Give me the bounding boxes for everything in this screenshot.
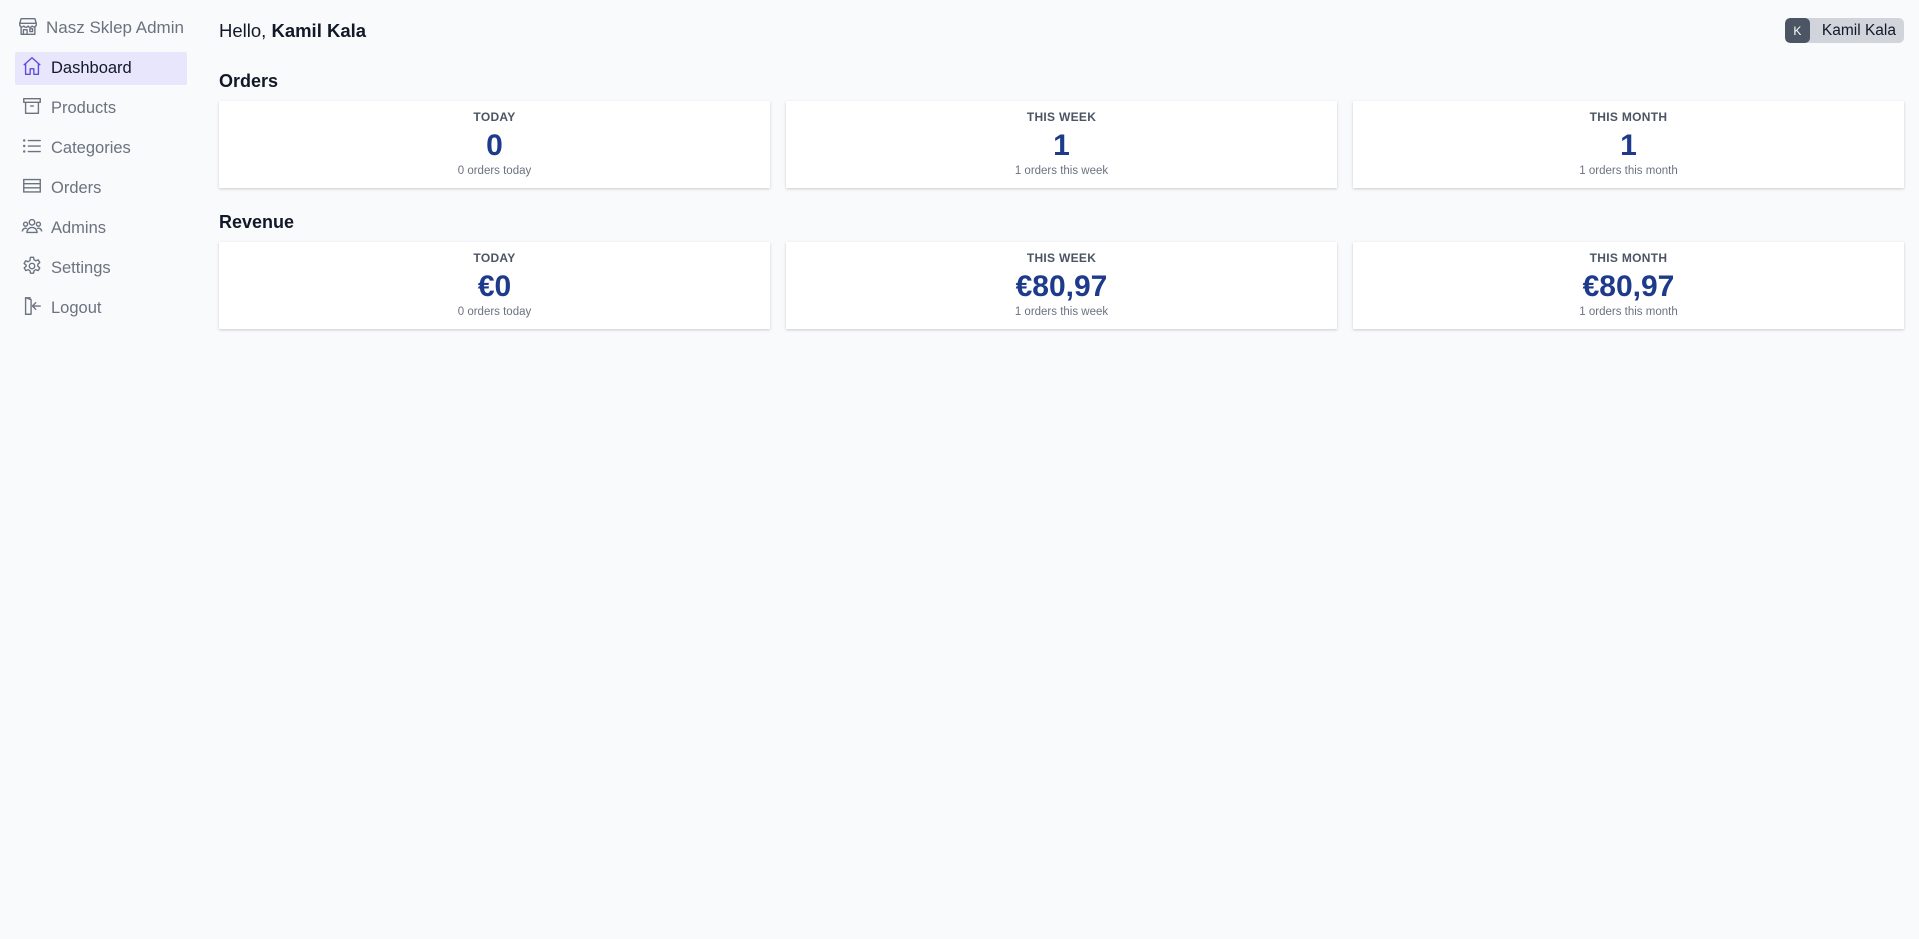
revenue-today-card: TODAY €0 0 orders today — [219, 242, 770, 329]
topbar: Hello, Kamil Kala K Kamil Kala — [219, 18, 1904, 43]
revenue-week-card: THIS WEEK €80,97 1 orders this week — [786, 242, 1337, 329]
sidebar-nav: Dashboard Products Categories Orders Adm… — [15, 52, 187, 325]
sidebar-item-dashboard[interactable]: Dashboard — [15, 52, 187, 85]
store-icon — [17, 15, 39, 42]
card-subtitle: 1 orders this month — [1579, 165, 1678, 177]
brand[interactable]: Nasz Sklep Admin — [15, 14, 196, 42]
card-label: TODAY — [473, 110, 516, 124]
archive-icon — [21, 95, 43, 122]
greeting-user-name: Kamil Kala — [271, 19, 367, 41]
logout-icon — [21, 295, 43, 322]
sidebar-item-label: Orders — [51, 179, 102, 197]
user-chip-name: Kamil Kala — [1821, 21, 1896, 39]
card-subtitle: 0 orders today — [457, 165, 532, 177]
card-subtitle: 1 orders this week — [1014, 165, 1109, 177]
greeting: Hello, Kamil Kala — [219, 20, 366, 42]
orders-stats: TODAY 0 0 orders today THIS WEEK 1 1 ord… — [219, 101, 1904, 188]
card-value: 1 — [1620, 129, 1637, 162]
sidebar-item-label: Dashboard — [51, 59, 132, 77]
card-value: €80,97 — [1582, 270, 1675, 303]
card-subtitle: 1 orders this week — [1014, 306, 1109, 318]
sidebar: Nasz Sklep Admin Dashboard Products Cate… — [0, 0, 196, 939]
greeting-prefix: Hello, — [219, 19, 267, 41]
revenue-section-title: Revenue — [219, 212, 295, 232]
card-label: THIS WEEK — [1026, 110, 1097, 124]
sidebar-item-orders[interactable]: Orders — [15, 172, 187, 205]
sidebar-item-label: Admins — [51, 219, 107, 237]
main-content: Hello, Kamil Kala K Kamil Kala Orders TO… — [196, 0, 1919, 939]
gear-icon — [21, 255, 43, 282]
card-value: €80,97 — [1015, 270, 1108, 303]
card-value: 1 — [1053, 129, 1070, 162]
avatar: K — [1784, 18, 1810, 43]
orders-section-title: Orders — [219, 71, 279, 91]
sidebar-item-label: Categories — [51, 139, 131, 157]
sidebar-item-settings[interactable]: Settings — [15, 252, 187, 285]
card-value: €0 — [477, 270, 512, 303]
revenue-stats: TODAY €0 0 orders today THIS WEEK €80,97… — [219, 242, 1904, 329]
sidebar-item-admins[interactable]: Admins — [15, 212, 187, 245]
sidebar-item-logout[interactable]: Logout — [15, 292, 187, 325]
card-subtitle: 1 orders this month — [1579, 306, 1678, 318]
orders-week-card: THIS WEEK 1 1 orders this week — [786, 101, 1337, 188]
list-icon — [21, 135, 43, 162]
app-root: Nasz Sklep Admin Dashboard Products Cate… — [0, 0, 1919, 939]
user-menu-button[interactable]: K Kamil Kala — [1784, 18, 1904, 43]
sidebar-item-label: Settings — [51, 259, 111, 277]
card-value: 0 — [486, 129, 503, 162]
card-label: THIS WEEK — [1026, 251, 1097, 265]
card-subtitle: 0 orders today — [457, 306, 532, 318]
sidebar-item-label: Logout — [51, 299, 102, 317]
users-icon — [21, 215, 43, 242]
sidebar-item-label: Products — [51, 99, 117, 117]
orders-today-card: TODAY 0 0 orders today — [219, 101, 770, 188]
brand-title: Nasz Sklep Admin — [46, 18, 184, 37]
card-label: THIS MONTH — [1589, 110, 1668, 124]
stack-icon — [21, 175, 43, 202]
orders-month-card: THIS MONTH 1 1 orders this month — [1353, 101, 1904, 188]
card-label: THIS MONTH — [1589, 251, 1668, 265]
home-icon — [21, 55, 43, 82]
sidebar-item-products[interactable]: Products — [15, 92, 187, 125]
sidebar-item-categories[interactable]: Categories — [15, 132, 187, 165]
revenue-month-card: THIS MONTH €80,97 1 orders this month — [1353, 242, 1904, 329]
card-label: TODAY — [473, 251, 516, 265]
